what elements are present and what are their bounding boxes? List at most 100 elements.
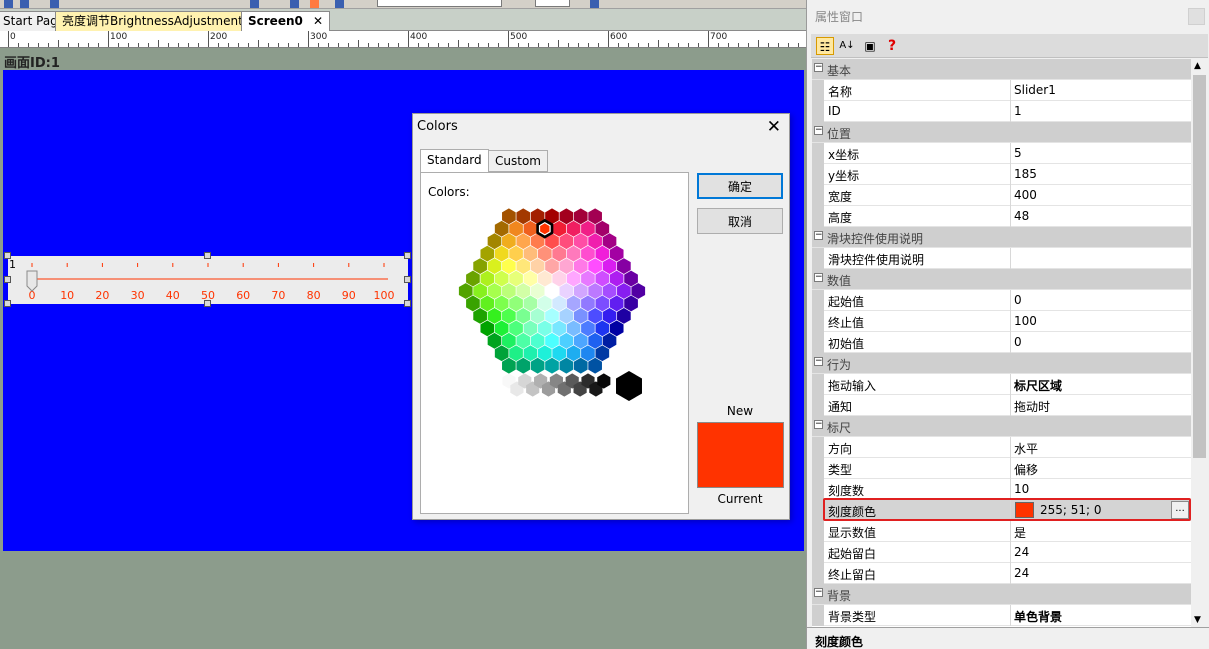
scroll-up-icon[interactable]: ▲	[1194, 61, 1201, 71]
color-cell[interactable]	[602, 233, 617, 250]
property-row[interactable]: 背景类型 单色背景	[812, 605, 1191, 626]
color-cell[interactable]	[588, 283, 602, 299]
color-cell[interactable]	[487, 308, 502, 324]
color-cell[interactable]	[487, 283, 502, 299]
color-cell[interactable]	[595, 245, 610, 262]
slider-widget[interactable]: 0 10 20 30 40 50 60 70 80 90 100 1	[8, 256, 408, 304]
property-value[interactable]: 1	[1014, 104, 1022, 118]
property-category[interactable]: − 标尺	[812, 416, 1191, 437]
property-value[interactable]: 标尺区域	[1014, 377, 1062, 394]
color-cell[interactable]	[552, 320, 567, 337]
color-cell[interactable]	[523, 345, 538, 362]
color-cell[interactable]	[559, 233, 574, 250]
property-value[interactable]: 48	[1014, 209, 1029, 223]
column-divider[interactable]	[1010, 500, 1011, 521]
property-value[interactable]: 24	[1014, 566, 1029, 580]
color-cell[interactable]	[609, 320, 624, 337]
property-row[interactable]: 名称 Slider1	[812, 80, 1191, 101]
color-cell[interactable]	[473, 308, 487, 324]
column-divider[interactable]	[1010, 479, 1011, 500]
color-cell[interactable]	[609, 270, 624, 287]
color-cell[interactable]	[516, 208, 531, 225]
color-cell[interactable]	[509, 270, 523, 287]
color-cell[interactable]	[581, 245, 595, 262]
color-cell[interactable]	[530, 308, 545, 324]
color-cell[interactable]	[588, 332, 602, 349]
color-cell[interactable]	[566, 270, 581, 287]
resize-handle[interactable]	[204, 252, 211, 259]
property-value[interactable]: 400	[1014, 188, 1037, 202]
color-cell[interactable]	[530, 258, 545, 274]
resize-handle[interactable]	[4, 276, 11, 283]
color-cell[interactable]	[494, 220, 509, 237]
color-cell[interactable]	[566, 320, 581, 337]
column-divider[interactable]	[1010, 542, 1011, 563]
color-cell[interactable]	[509, 295, 523, 312]
property-value[interactable]: 拖动时	[1014, 398, 1050, 415]
property-row[interactable]: 方向 水平	[812, 437, 1191, 458]
color-cell[interactable]	[573, 357, 588, 374]
scroll-down-icon[interactable]: ▼	[1194, 615, 1201, 625]
color-cell[interactable]	[494, 320, 509, 337]
color-cell[interactable]	[458, 283, 473, 299]
color-cell[interactable]	[573, 208, 588, 225]
ok-button[interactable]: 确定	[697, 173, 783, 199]
column-divider[interactable]	[1010, 248, 1011, 269]
column-divider[interactable]	[1010, 437, 1011, 458]
color-cell[interactable]	[545, 332, 559, 349]
color-cell[interactable]	[595, 295, 610, 312]
toolbar-color-button[interactable]	[310, 0, 319, 8]
property-row[interactable]: 宽度 400	[812, 185, 1191, 206]
property-row[interactable]: 高度 48	[812, 206, 1191, 227]
color-cell[interactable]	[552, 245, 567, 262]
property-category[interactable]: − 数值	[812, 269, 1191, 290]
collapse-icon[interactable]: −	[814, 63, 823, 72]
color-cell[interactable]	[588, 233, 602, 250]
color-cell[interactable]	[487, 258, 502, 274]
color-cell[interactable]	[516, 233, 531, 250]
color-cell[interactable]	[573, 233, 588, 250]
color-cell[interactable]	[566, 295, 581, 312]
resize-handle[interactable]	[204, 300, 211, 307]
color-cell[interactable]	[480, 270, 495, 287]
color-cell[interactable]	[617, 283, 631, 299]
cancel-button[interactable]: 取消	[697, 208, 783, 234]
color-cell[interactable]	[537, 320, 552, 337]
color-cell[interactable]	[530, 332, 545, 349]
color-cell[interactable]	[559, 332, 574, 349]
color-cell[interactable]	[602, 258, 617, 274]
color-cell[interactable]	[545, 357, 559, 374]
color-cell[interactable]	[566, 245, 581, 262]
resize-handle[interactable]	[404, 300, 411, 307]
toolbar-combo[interactable]	[377, 0, 502, 7]
color-cell[interactable]	[523, 220, 538, 237]
properties-scrollbar[interactable]: ▲ ▼	[1191, 59, 1208, 627]
color-cell[interactable]	[559, 283, 574, 299]
property-value[interactable]: 0	[1014, 335, 1022, 349]
color-cell[interactable]	[494, 295, 509, 312]
ellipsis-button[interactable]: ...	[1171, 501, 1189, 519]
property-value[interactable]: 5	[1014, 146, 1022, 160]
tab-brightness-adjustment[interactable]: 亮度调节BrightnessAdjustment	[55, 11, 250, 31]
color-cell[interactable]	[559, 357, 574, 374]
property-pages-icon[interactable]: ▣	[861, 37, 879, 55]
toolbar-dropdown-button[interactable]	[590, 0, 599, 8]
color-cell[interactable]	[559, 258, 574, 274]
tab-custom[interactable]: Custom	[488, 150, 548, 172]
categorized-icon[interactable]: ☷	[816, 37, 834, 55]
panel-close-button[interactable]	[1188, 8, 1205, 25]
color-cell[interactable]	[581, 295, 595, 312]
resize-handle[interactable]	[4, 300, 11, 307]
property-row[interactable]: x坐标 5	[812, 143, 1191, 164]
property-row[interactable]: 滑块控件使用说明	[812, 248, 1191, 269]
resize-handle[interactable]	[404, 252, 411, 259]
color-cell[interactable]	[573, 308, 588, 324]
color-cell[interactable]	[502, 308, 516, 324]
slider-thumb[interactable]	[26, 270, 38, 292]
color-cell[interactable]	[631, 283, 646, 299]
property-row[interactable]: ID 1	[812, 101, 1191, 122]
color-cell[interactable]	[466, 295, 480, 312]
property-value[interactable]: Slider1	[1014, 83, 1056, 97]
color-cell[interactable]	[502, 283, 516, 299]
tab-screen0[interactable]: Screen0 ✕	[241, 11, 331, 31]
